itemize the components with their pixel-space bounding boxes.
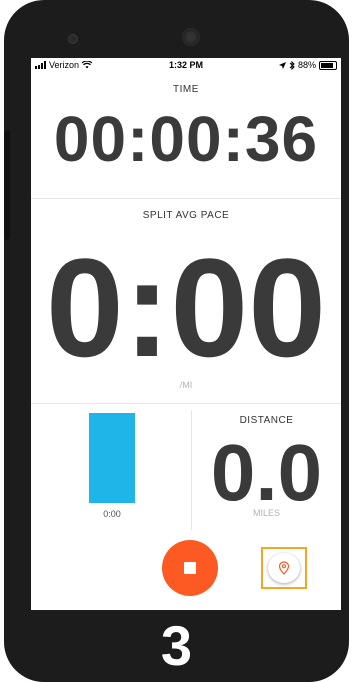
battery-percent: 88% <box>297 60 316 70</box>
bluetooth-icon <box>289 60 295 70</box>
time-label: TIME <box>173 84 199 95</box>
side-button <box>4 130 10 240</box>
distance-value: 0.0 <box>210 428 323 517</box>
stop-icon <box>184 562 196 574</box>
phone-frame: Verizon 1:32 PM 88% TIME 00:00:36 SPLIT … <box>4 0 349 682</box>
divider-pace <box>31 403 341 404</box>
map-pin-icon <box>278 561 290 575</box>
countdown-number: 3 <box>160 614 193 677</box>
pace-value: 0:00 <box>45 229 327 386</box>
battery-icon <box>319 60 337 70</box>
split-time: 0:00 <box>103 509 121 519</box>
distance-label: DISTANCE <box>239 415 294 426</box>
stop-button[interactable] <box>162 540 218 596</box>
elapsed-time: 00:00:36 <box>53 103 319 175</box>
front-camera <box>68 34 78 44</box>
app-screen: Verizon 1:32 PM 88% TIME 00:00:36 SPLIT … <box>31 58 341 610</box>
earpiece-speaker <box>182 28 200 46</box>
status-right: 88% <box>278 60 337 70</box>
split-bar <box>89 413 135 503</box>
divider-time <box>31 198 341 199</box>
pace-label: SPLIT AVG PACE <box>142 210 230 221</box>
pace-unit: /MI <box>179 380 193 390</box>
location-arrow-icon <box>278 61 286 69</box>
status-bar: Verizon 1:32 PM 88% <box>31 58 341 72</box>
location-button[interactable] <box>261 547 307 589</box>
distance-unit: MILES <box>252 508 280 518</box>
